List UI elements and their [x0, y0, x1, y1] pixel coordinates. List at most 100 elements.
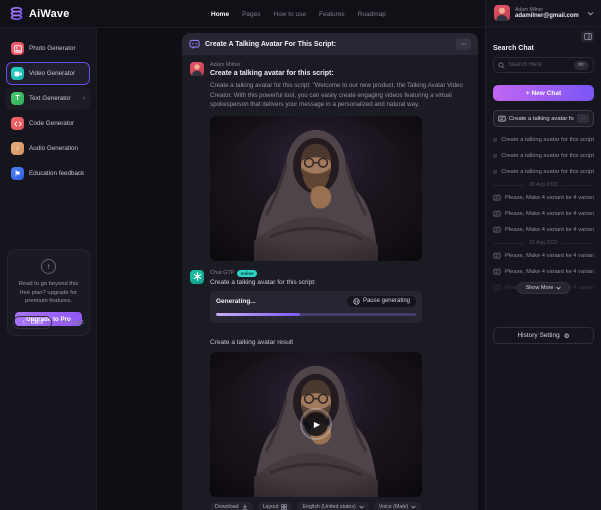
pause-label: Pause generating [363, 298, 410, 304]
right-sidebar: Adam Milner adamilner@gmail.com Search C… [485, 0, 601, 510]
history-item-label: Create a talking avatar for this script [501, 137, 594, 143]
video-generator-icon [11, 67, 24, 80]
sidebar-item-education-feedback[interactable]: ⚑ Education feedback [6, 162, 90, 185]
collapse-panel-button[interactable] [581, 31, 594, 42]
top-header: AiWave Home Pages How to use Features Ro… [0, 0, 485, 28]
active-chat-item[interactable]: Create a talking avatar for this script … [493, 110, 594, 127]
avatar-source-image[interactable] [210, 116, 422, 261]
sun-icon: ☀ [62, 319, 67, 326]
chevron-down-icon [359, 505, 364, 509]
history-item[interactable]: Please, Make 4 variant ke 4 varian [493, 248, 594, 264]
brand-logo[interactable]: AiWave [0, 6, 70, 21]
sidebar-item-code-generator[interactable]: Code Generator [6, 112, 90, 135]
moon-icon: ☾ [22, 319, 27, 326]
theme-dark-button[interactable]: ☾ Dark [13, 316, 52, 329]
status-badge: online [237, 270, 256, 277]
progress-bar [216, 313, 416, 316]
history-item-label: Create a talking avatar for this script [501, 169, 594, 175]
sidebar-item-label: Code Generator [29, 120, 74, 127]
generating-panel: Generating... Pause generating [210, 291, 422, 323]
date-divider: 20 Aug 2023 [493, 182, 594, 188]
sidebar-item-label: Photo Generator [29, 45, 76, 52]
sidebar-item-audio-generation[interactable]: ♪ Audio Generation [6, 137, 90, 160]
date-divider: 21 Aug 2023 [493, 240, 594, 246]
sidebar-item-text-generator[interactable]: T Text Generator › [6, 87, 90, 110]
code-generator-icon [11, 117, 24, 130]
date-label: 21 Aug 2023 [529, 240, 557, 246]
nav-features[interactable]: Features [319, 11, 345, 18]
upgrade-arrow-icon: ↑ [41, 259, 56, 274]
history-item[interactable]: Please, Make 4 variant ke 4 varian [493, 206, 594, 222]
avatar-result-video[interactable]: ▶ [210, 352, 422, 497]
sidebar-item-photo-generator[interactable]: Photo Generator [6, 37, 90, 60]
nav-roadmap[interactable]: Roadmap [358, 11, 386, 18]
search-box[interactable]: ⌘F [493, 57, 594, 73]
play-button[interactable]: ▶ [300, 408, 332, 440]
nav-home[interactable]: Home [211, 11, 229, 18]
pause-icon [353, 298, 360, 305]
history-setting-button[interactable]: History Setting ⚙ [493, 327, 594, 344]
history-item[interactable]: Please, Make 4 variant ke 4 varian [493, 190, 594, 206]
history-item[interactable]: Please, Make 4 variant ke 4 varian [493, 222, 594, 238]
chat-gpt-avatar-icon [190, 270, 204, 284]
upgrade-message: Read to go beyond this free plan? upgrad… [15, 280, 82, 306]
chat-history-list: Create a talking avatar for this script … [493, 132, 594, 294]
sidebar-item-video-generator[interactable]: Video Generator [6, 62, 90, 85]
history-item[interactable]: Create a talking avatar for this script [493, 164, 594, 180]
history-item-label: Please, Make 4 variant ke 4 varian [505, 211, 594, 217]
pause-generating-button[interactable]: Pause generating [347, 296, 416, 307]
history-item[interactable]: Create a talking avatar for this script [493, 132, 594, 148]
language-dropdown[interactable]: English (United states) [297, 502, 368, 510]
result-toolbar: Download Layout English (United states) [210, 502, 422, 510]
chat-scroll-area[interactable]: Adam Milner Create a talking avatar for … [182, 55, 478, 510]
progress-fill [216, 313, 300, 316]
user-avatar [190, 62, 204, 76]
new-chat-button[interactable]: + New Chat [493, 85, 594, 101]
aiwave-logo-icon [9, 6, 24, 21]
brand-name: AiWave [29, 8, 70, 20]
chat-item-menu-button[interactable]: ⋯ [577, 114, 589, 123]
chevron-down-icon [556, 286, 561, 290]
text-generator-icon: T [11, 92, 24, 105]
play-icon: ▶ [314, 420, 320, 429]
search-icon [498, 62, 505, 69]
bot-name: Chat GTP [210, 270, 234, 276]
account-menu[interactable]: Adam Milner adamilner@gmail.com [486, 0, 601, 27]
panel-collapse-icon [584, 33, 592, 40]
sidebar-item-label: Education feedback [29, 170, 84, 177]
chat-bubble-icon [498, 115, 506, 123]
history-item[interactable]: Create a talking avatar for this script [493, 148, 594, 164]
show-more-button[interactable]: Show More [517, 282, 571, 294]
bot-author-row: Chat GTP online [210, 270, 422, 277]
chevron-down-icon [411, 505, 416, 509]
history-item[interactable]: Please, Make 4 variant ke 4 varian [493, 264, 594, 280]
layout-button[interactable]: Layout [258, 502, 293, 510]
chat-header-menu-button[interactable]: ⋯ [456, 38, 471, 50]
download-label: Download [215, 504, 239, 510]
search-chat-title: Search Chat [493, 45, 594, 52]
theme-light-button[interactable]: ☀ Light [62, 319, 83, 326]
bot-message-title: Create a talking avatar for this script: [210, 279, 422, 286]
nav-how-to-use[interactable]: How to use [274, 11, 307, 18]
voice-dropdown[interactable]: Voice (Male) [374, 502, 421, 510]
search-input[interactable] [508, 62, 571, 68]
show-more-label: Show More [526, 285, 554, 291]
search-shortcut-badge: ⌘F [574, 61, 589, 70]
ellipsis-icon: ⋯ [581, 116, 586, 122]
account-email: adamilner@gmail.com [515, 13, 579, 19]
nav-pages[interactable]: Pages [242, 11, 260, 18]
account-avatar [494, 5, 510, 21]
chevron-down-icon [587, 11, 594, 16]
photo-generator-icon [11, 42, 24, 55]
history-item-label: Please, Make 4 variant ke 4 varian [505, 195, 594, 201]
sidebar-item-label: Audio Generation [29, 145, 78, 152]
chat-header: Create A Talking Avatar For This Script:… [182, 33, 478, 55]
download-button[interactable]: Download [210, 502, 253, 510]
sidebar-item-label: Text Generator [29, 95, 71, 102]
education-feedback-icon: ⚑ [11, 167, 24, 180]
chat-header-icon [189, 39, 200, 50]
history-item-label: Please, Make 4 variant ke 4 varian [505, 227, 594, 233]
generating-label: Generating... [216, 298, 256, 305]
message-author: Adam Milner [210, 62, 468, 68]
layout-icon [281, 504, 287, 510]
